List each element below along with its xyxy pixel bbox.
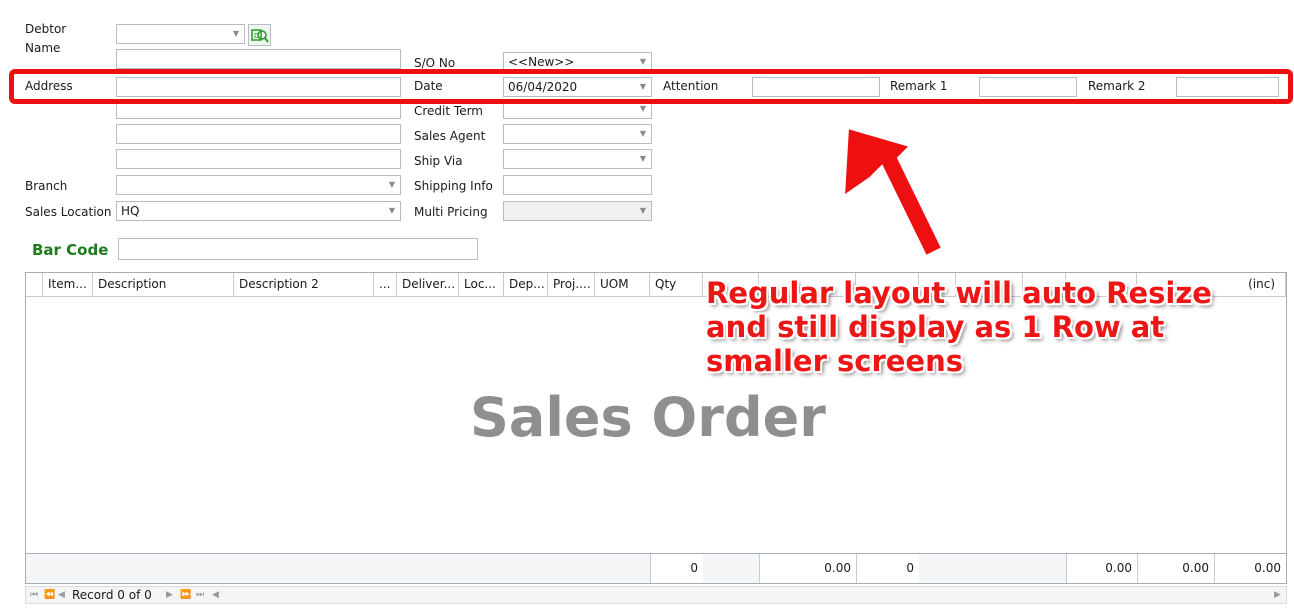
next-record-icon[interactable]: ▶ bbox=[166, 587, 173, 603]
grid-footer: 0 0.00 0 0.00 0.00 0.00 bbox=[26, 553, 1286, 583]
record-count-text: Record 0 of 0 bbox=[72, 588, 152, 602]
bar-code-label: Bar Code bbox=[32, 241, 109, 259]
column-header[interactable]: ... bbox=[374, 273, 397, 297]
footer-total-net: 0.00 bbox=[1066, 554, 1137, 583]
row-indicator-header bbox=[26, 273, 43, 297]
column-header[interactable]: Qty bbox=[650, 273, 703, 297]
sales-location-label: Sales Location bbox=[25, 205, 112, 219]
next-page-icon[interactable]: ⏩ bbox=[180, 587, 191, 603]
sales-agent-select[interactable]: ▼ bbox=[503, 124, 652, 144]
name-label: Name bbox=[25, 41, 61, 55]
annotation-line: and still display as 1 Row at bbox=[706, 310, 1165, 344]
chevron-down-icon[interactable]: ▼ bbox=[637, 202, 649, 220]
column-header[interactable]: Description 2 bbox=[234, 273, 374, 297]
name-field[interactable] bbox=[116, 49, 401, 69]
chevron-down-icon[interactable]: ▼ bbox=[386, 202, 398, 220]
sales-location-select[interactable]: HQ ▼ bbox=[116, 201, 401, 221]
annotation-text: Regular layout will auto Resize and stil… bbox=[706, 276, 1266, 378]
credit-term-label: Credit Term bbox=[414, 104, 483, 118]
column-header[interactable]: Description bbox=[93, 273, 234, 297]
annotation-line: smaller screens bbox=[706, 344, 963, 378]
chevron-down-icon[interactable]: ▼ bbox=[637, 125, 649, 143]
column-header[interactable]: Dep... bbox=[504, 273, 548, 297]
first-record-icon[interactable]: ⏮ bbox=[30, 587, 38, 603]
column-header[interactable]: Deliver... bbox=[397, 273, 459, 297]
sales-agent-label: Sales Agent bbox=[414, 129, 486, 143]
shipping-info-label: Shipping Info bbox=[414, 179, 493, 193]
highlight-box bbox=[9, 69, 1293, 104]
footer-total-amount: 0.00 bbox=[759, 554, 856, 583]
scroll-right-icon[interactable]: ▶ bbox=[1274, 587, 1281, 603]
footer-total-tax: 0.00 bbox=[1137, 554, 1214, 583]
previous-page-icon[interactable]: ⏪ bbox=[44, 587, 55, 603]
chevron-down-icon[interactable]: ▼ bbox=[637, 150, 649, 168]
ship-via-label: Ship Via bbox=[414, 154, 463, 168]
last-record-icon[interactable]: ⏭ bbox=[196, 587, 204, 603]
chevron-down-icon[interactable]: ▼ bbox=[230, 25, 242, 43]
chevron-down-icon[interactable]: ▼ bbox=[386, 176, 398, 194]
annotation-line: Regular layout will auto Resize bbox=[706, 276, 1212, 310]
record-navigator: ⏮ ⏪ ◀ Record 0 of 0 ▶ ⏩ ⏭ ◀ ▶ bbox=[25, 586, 1287, 604]
annotation-arrow bbox=[842, 126, 944, 255]
column-header[interactable]: Loc... bbox=[459, 273, 504, 297]
column-header[interactable]: UOM bbox=[595, 273, 650, 297]
address-line4-field[interactable] bbox=[116, 149, 401, 169]
multi-pricing-select[interactable]: ▼ bbox=[503, 201, 652, 221]
previous-record-icon[interactable]: ◀ bbox=[58, 587, 65, 603]
column-header[interactable]: Item... bbox=[43, 273, 93, 297]
scroll-left-icon[interactable]: ◀ bbox=[212, 587, 219, 603]
debtor-combo[interactable]: ▼ bbox=[116, 24, 245, 44]
bar-code-input[interactable] bbox=[118, 238, 478, 260]
watermark-text: Sales Order bbox=[470, 386, 826, 449]
footer-total-count: 0 bbox=[856, 554, 919, 583]
footer-total-qty: 0 bbox=[650, 554, 703, 583]
debtor-label: Debtor bbox=[25, 22, 67, 36]
column-header[interactable]: Proj.... bbox=[548, 273, 595, 297]
address-line3-field[interactable] bbox=[116, 124, 401, 144]
search-debtor-icon[interactable]: D bbox=[248, 24, 271, 46]
multi-pricing-label: Multi Pricing bbox=[414, 205, 488, 219]
ship-via-select[interactable]: ▼ bbox=[503, 149, 652, 169]
branch-select[interactable]: ▼ bbox=[116, 175, 401, 195]
branch-label: Branch bbox=[25, 179, 68, 193]
footer-total-inc: 0.00 bbox=[1214, 554, 1286, 583]
shipping-info-field[interactable] bbox=[503, 175, 652, 195]
